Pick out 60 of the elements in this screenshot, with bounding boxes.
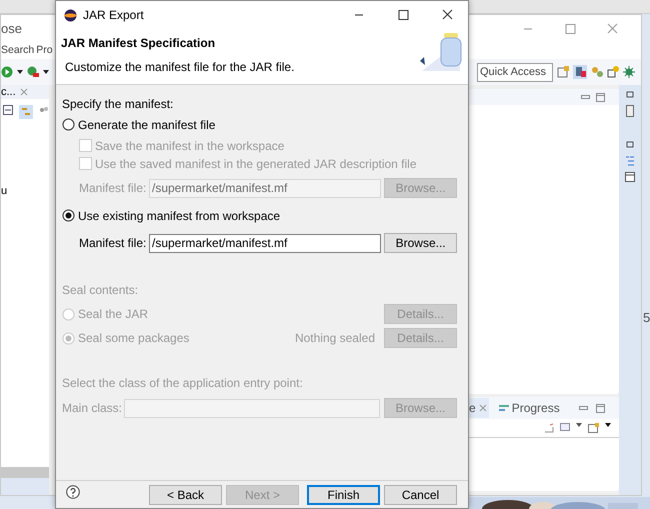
option-label: Seal the JAR bbox=[78, 306, 148, 323]
tree-item[interactable]: u bbox=[1, 183, 49, 200]
details-button: Details... bbox=[384, 328, 457, 348]
outline-icon[interactable] bbox=[625, 155, 635, 167]
view-tab[interactable]: Progress bbox=[496, 398, 562, 418]
menu-item[interactable]: Pro bbox=[36, 43, 53, 59]
progress-icon bbox=[498, 404, 509, 412]
close-icon[interactable] bbox=[441, 9, 453, 21]
field-label: Manifest file: bbox=[79, 180, 146, 197]
option-label: Seal some packages bbox=[78, 330, 190, 347]
menu-item[interactable]: Search bbox=[1, 43, 34, 59]
browse-button: Browse... bbox=[384, 178, 457, 198]
option-label: Generate the manifest file bbox=[78, 116, 216, 134]
collapse-all-icon[interactable] bbox=[3, 105, 13, 115]
text-field[interactable]: /supermarket/manifest.mf bbox=[149, 234, 382, 252]
debug-icon[interactable] bbox=[27, 66, 39, 78]
dialog-button: Next > bbox=[226, 485, 299, 505]
console-icon[interactable] bbox=[560, 423, 570, 433]
panel-icon[interactable] bbox=[625, 171, 635, 183]
browse-button: Browse... bbox=[384, 398, 457, 418]
maximize-icon[interactable] bbox=[397, 9, 409, 21]
status-text: Nothing sealed bbox=[294, 330, 375, 347]
details-button: Details... bbox=[384, 304, 457, 324]
dropdown-icon[interactable] bbox=[576, 423, 582, 427]
dropdown-icon[interactable] bbox=[17, 70, 23, 74]
app-icon bbox=[64, 8, 77, 22]
dialog-button[interactable]: Finish bbox=[307, 485, 380, 505]
perspective-icon[interactable] bbox=[557, 66, 569, 78]
field-label: Manifest file: bbox=[79, 235, 146, 252]
section-label: Specify the manifest: bbox=[62, 96, 174, 113]
document-icon[interactable] bbox=[625, 105, 635, 117]
radio-button[interactable] bbox=[62, 209, 75, 222]
run-icon[interactable] bbox=[1, 66, 13, 78]
selected-row bbox=[1, 478, 49, 495]
section-label: Seal contents: bbox=[62, 282, 140, 299]
option-label: Save the manifest in the workspace bbox=[95, 138, 284, 154]
text-field: /supermarket/manifest.mf bbox=[149, 178, 382, 198]
option-label: Use the saved manifest in the generated JAR description file bbox=[95, 156, 417, 172]
java-perspective-icon[interactable] bbox=[573, 65, 587, 79]
help-icon[interactable] bbox=[66, 485, 80, 499]
side-text: 5 bbox=[643, 309, 650, 327]
debug-perspective-icon[interactable] bbox=[623, 66, 635, 78]
page-heading: JAR Manifest Specification bbox=[61, 36, 216, 50]
window-title: ose bbox=[1, 20, 22, 38]
field-label: Main class: bbox=[62, 400, 121, 417]
browse-button[interactable]: Browse... bbox=[384, 233, 457, 253]
dropdown-icon[interactable] bbox=[43, 70, 49, 74]
dropdown-icon[interactable] bbox=[605, 423, 611, 427]
dialog-button[interactable]: < Back bbox=[149, 485, 222, 505]
window-title: JAR Export bbox=[83, 7, 144, 24]
page-description: Customize the manifest file for the JAR file. bbox=[65, 59, 296, 76]
view-menu-icon[interactable] bbox=[39, 105, 49, 115]
section-label: Select the class of the application entry point: bbox=[62, 375, 304, 392]
radio-button[interactable] bbox=[62, 118, 75, 131]
new-view-icon[interactable] bbox=[588, 423, 599, 433]
search-field[interactable]: Quick Access bbox=[477, 62, 553, 82]
option-label: Use existing manifest from workspace bbox=[78, 208, 280, 224]
team-icon[interactable] bbox=[591, 66, 603, 78]
view-tab[interactable]: e bbox=[467, 398, 489, 418]
dialog-button[interactable]: Cancel bbox=[384, 485, 457, 505]
